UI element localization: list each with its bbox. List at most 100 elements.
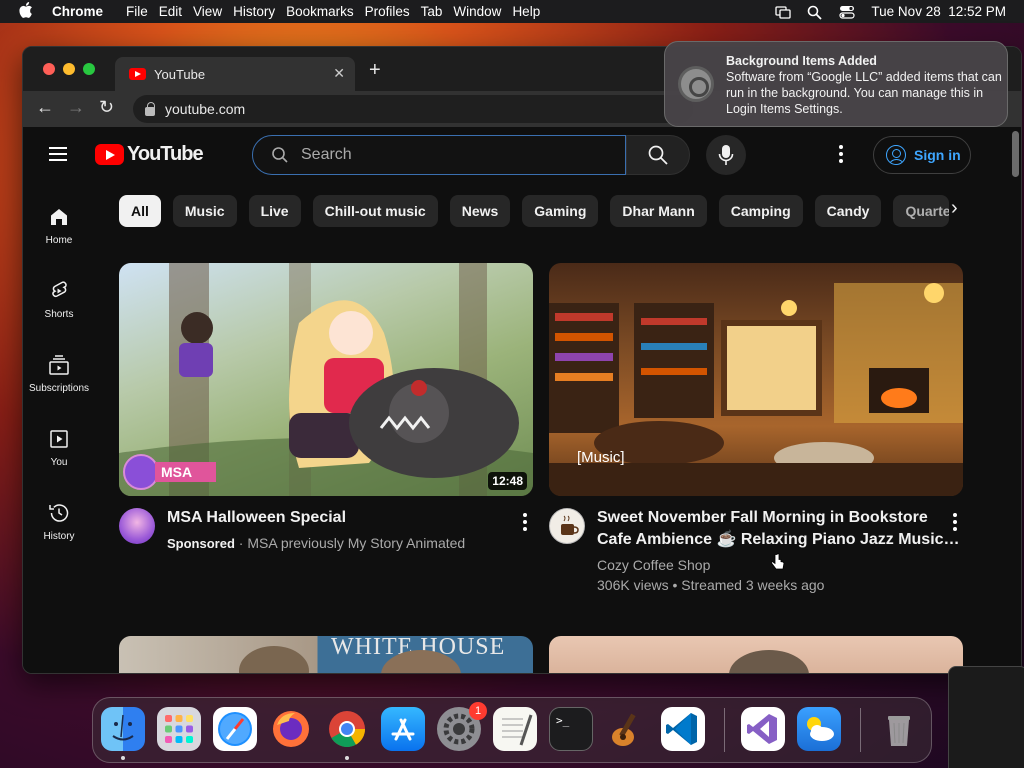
tab-close-icon[interactable]: ✕ [333, 65, 345, 82]
menu-history[interactable]: History [233, 4, 286, 19]
visual-studio-code-icon[interactable] [661, 707, 705, 751]
chip-chill-out-music[interactable]: Chill-out music [312, 195, 438, 227]
search-icon [272, 147, 288, 163]
guide-item-shorts[interactable]: Shorts [23, 279, 95, 320]
trash-icon[interactable] [877, 707, 921, 751]
textedit-icon[interactable] [493, 707, 537, 751]
app-menu-chrome[interactable]: Chrome [52, 4, 114, 19]
finder-icon[interactable] [101, 707, 145, 751]
garageband-icon[interactable] [605, 707, 649, 751]
terminal-icon[interactable]: >_ [549, 707, 593, 751]
tab-title: YouTube [154, 66, 206, 82]
channel-name-cozy-coffee-shop[interactable]: Cozy Coffee Shop [597, 555, 710, 575]
chip-quarter-partial[interactable]: Quarte [893, 195, 950, 227]
sponsored-label: Sponsored [167, 536, 235, 551]
video-thumbnail-row2-left[interactable]: WHITE HOUSE [119, 636, 533, 673]
firefox-icon[interactable] [269, 707, 313, 751]
video-title-cafe-line1[interactable]: Sweet November Fall Morning in Bookstore [597, 507, 928, 529]
apple-menu-icon[interactable] [0, 1, 52, 22]
menu-window[interactable]: Window [453, 4, 512, 19]
window-zoom-button[interactable] [83, 63, 95, 75]
window-close-button[interactable] [43, 63, 55, 75]
page-scrollbar[interactable] [1012, 131, 1019, 177]
video-menu-icon-msa[interactable] [523, 513, 527, 534]
dock-separator [724, 708, 725, 752]
chip-dhar-mann[interactable]: Dhar Mann [610, 195, 707, 227]
chrome-window: YouTube ✕ + ← → ↻ youtube.com YouTube Se… [22, 46, 1022, 674]
background-items-notification[interactable]: Background Items Added Software from “Go… [664, 41, 1008, 127]
channel-avatar-msa[interactable] [119, 508, 155, 544]
voice-search-button[interactable] [706, 135, 746, 175]
microphone-icon [718, 145, 734, 165]
video-stats-cafe: 306K views • Streamed 3 weeks ago [597, 577, 825, 593]
tab-youtube[interactable]: YouTube ✕ [115, 57, 355, 91]
partial-face-shape [239, 646, 309, 673]
background-window-corner [948, 666, 1024, 768]
reload-button[interactable]: ↻ [99, 97, 114, 118]
youtube-favicon-icon [129, 68, 146, 80]
video-thumbnail-cafe[interactable]: [Music] [549, 263, 963, 496]
menubar-clock[interactable]: Tue Nov 28 12:52 PM [871, 4, 1006, 19]
youtube-wordmark: YouTube [127, 143, 204, 165]
weather-icon[interactable] [797, 707, 841, 751]
url-text: youtube.com [165, 101, 246, 117]
chrome-running-dot [345, 756, 349, 760]
video-thumbnail-row2-right[interactable] [549, 636, 963, 673]
finder-running-dot [121, 756, 125, 760]
menu-tab[interactable]: Tab [421, 4, 454, 19]
menu-bookmarks[interactable]: Bookmarks [286, 4, 365, 19]
search-button[interactable] [626, 135, 690, 175]
video-menu-icon-cafe[interactable] [953, 513, 957, 534]
launchpad-icon[interactable] [157, 707, 201, 751]
system-settings-gear-icon [678, 66, 714, 102]
menu-help[interactable]: Help [512, 4, 551, 19]
video-title-cafe-line2[interactable]: Cafe Ambience ☕ Relaxing Piano Jazz Musi… [597, 529, 960, 551]
chip-news[interactable]: News [449, 195, 511, 227]
guide-item-home[interactable]: Home [23, 205, 95, 246]
guide-label-history: History [43, 531, 75, 542]
guide-menu-icon[interactable] [49, 147, 67, 161]
guide-item-history[interactable]: History [23, 501, 95, 542]
chip-camping[interactable]: Camping [718, 195, 803, 227]
music-caption-overlay: [Music] [577, 449, 625, 466]
guide-item-you[interactable]: You [23, 427, 95, 468]
notification-body: Software from “Google LLC” added items t… [726, 70, 1002, 116]
chip-candy[interactable]: Candy [814, 195, 882, 227]
new-tab-button[interactable]: + [369, 59, 381, 82]
youtube-logo[interactable]: YouTube [95, 143, 204, 166]
channel-name-msa[interactable]: MSA previously My Story Animated [247, 535, 465, 551]
menu-file[interactable]: File [126, 4, 159, 19]
chip-music[interactable]: Music [172, 195, 237, 227]
msa-channel-badge: MSA [123, 454, 217, 490]
video-title-msa[interactable]: MSA Halloween Special [167, 507, 346, 529]
menu-profiles[interactable]: Profiles [365, 4, 421, 19]
address-bar[interactable]: youtube.com [133, 95, 693, 123]
chip-scroll-next-icon[interactable]: › [951, 197, 958, 220]
settings-more-icon[interactable] [839, 145, 843, 165]
app-store-icon[interactable] [381, 707, 425, 751]
notification-title: Background Items Added [726, 54, 877, 68]
menu-view[interactable]: View [193, 4, 233, 19]
lock-icon[interactable] [145, 101, 155, 116]
window-minimize-button[interactable] [63, 63, 75, 75]
google-chrome-icon[interactable] [325, 707, 369, 751]
visual-studio-icon[interactable] [741, 707, 785, 751]
guide-item-subscriptions[interactable]: Subscriptions [23, 353, 95, 394]
shorts-icon [47, 279, 71, 303]
screen-mirroring-icon[interactable] [775, 5, 792, 19]
safari-icon[interactable] [213, 707, 257, 751]
chip-live[interactable]: Live [248, 195, 301, 227]
video-thumbnail-msa[interactable]: MSA 12:48 [119, 263, 533, 496]
sign-in-label: Sign in [914, 147, 961, 163]
sign-in-button[interactable]: Sign in [873, 136, 971, 174]
spotlight-search-icon[interactable] [807, 5, 823, 20]
chip-gaming[interactable]: Gaming [522, 195, 599, 227]
search-input[interactable]: Search [252, 135, 626, 175]
channel-avatar-cozy-coffee-shop[interactable] [549, 508, 585, 544]
menu-edit[interactable]: Edit [159, 4, 193, 19]
chip-all[interactable]: All [119, 195, 161, 227]
guide-label-subscriptions: Subscriptions [28, 383, 90, 394]
control-center-icon[interactable] [839, 5, 856, 19]
forward-button[interactable]: → [67, 97, 85, 118]
back-button[interactable]: ← [36, 97, 54, 118]
